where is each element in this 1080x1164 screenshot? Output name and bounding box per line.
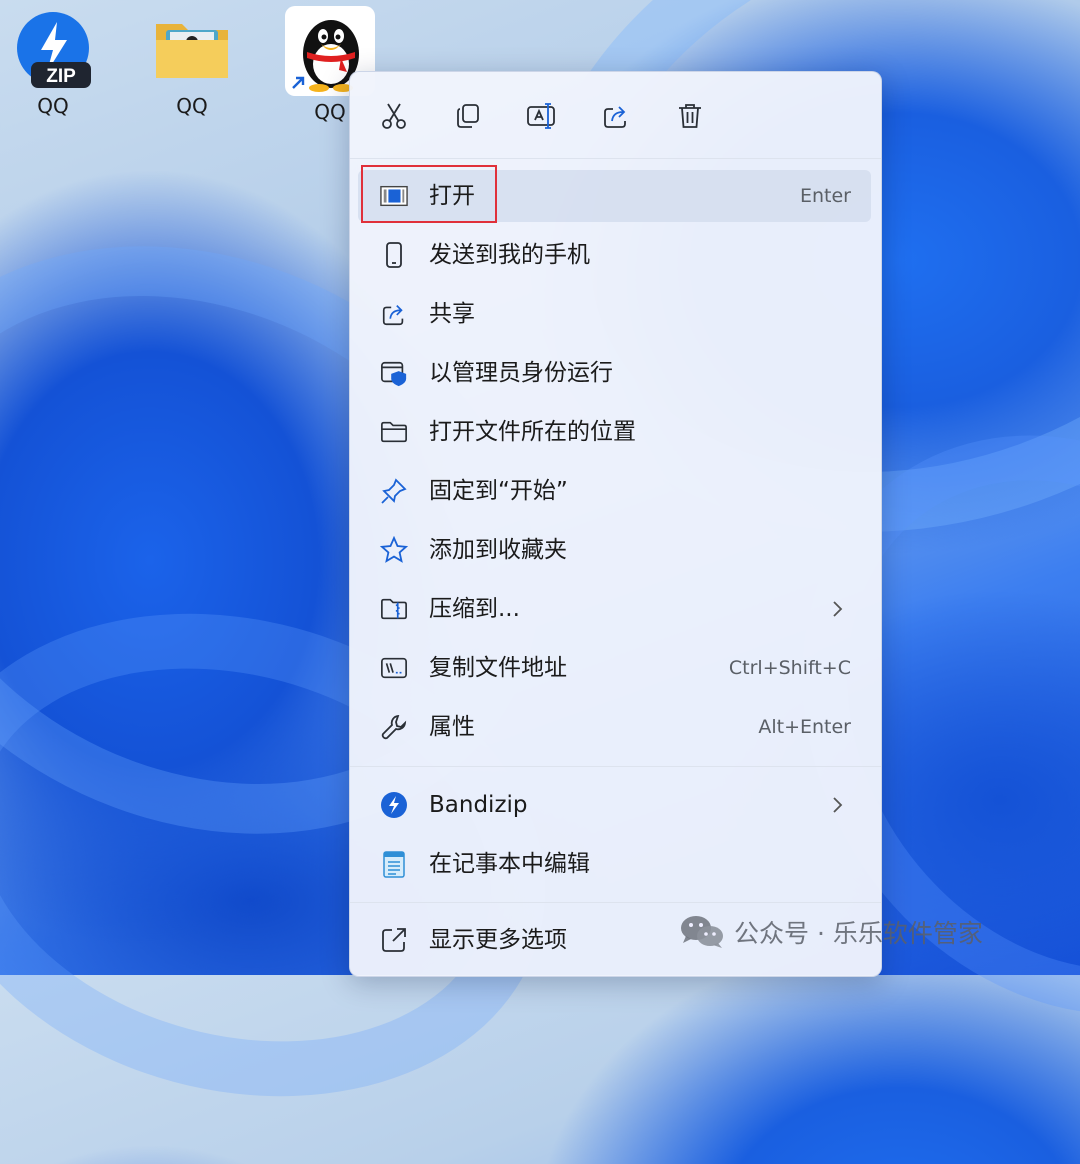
phone-icon bbox=[380, 241, 408, 269]
watermark: 公众号 · 乐乐软件管家 bbox=[680, 912, 983, 952]
menu-item-label: 在记事本中编辑 bbox=[429, 851, 590, 877]
menu-separator bbox=[350, 766, 881, 767]
menu-item-compress-to[interactable]: 压缩到... bbox=[358, 583, 871, 635]
menu-item-label: 打开文件所在的位置 bbox=[429, 419, 636, 445]
desktop-icon-label: QQ bbox=[176, 94, 208, 118]
menu-item-label: Bandizip bbox=[429, 792, 528, 818]
menu-item-pin-to-start[interactable]: 固定到“开始” bbox=[358, 465, 871, 517]
shield-window-icon bbox=[380, 359, 408, 387]
desktop-icon-zip[interactable]: ZIP QQ bbox=[3, 10, 103, 118]
svg-text:ZIP: ZIP bbox=[46, 66, 76, 87]
watermark-text: 公众号 · 乐乐软件管家 bbox=[734, 919, 983, 948]
menu-separator bbox=[350, 158, 881, 159]
menu-item-edit-in-notepad[interactable]: 在记事本中编辑 bbox=[358, 838, 871, 890]
rename-icon bbox=[527, 103, 555, 129]
menu-item-label: 复制文件地址 bbox=[429, 655, 567, 681]
menu-item-send-to-phone[interactable]: 发送到我的手机 bbox=[358, 229, 871, 281]
rename-button[interactable] bbox=[524, 98, 560, 134]
context-menu-toolbar bbox=[350, 72, 881, 158]
share-icon bbox=[604, 106, 626, 128]
notepad-icon bbox=[380, 850, 408, 878]
copy-path-icon bbox=[380, 654, 408, 682]
cut-button[interactable] bbox=[376, 98, 412, 134]
star-icon bbox=[380, 536, 408, 564]
menu-item-label: 显示更多选项 bbox=[429, 927, 567, 953]
more-options-icon bbox=[380, 926, 408, 954]
context-menu: 打开 Enter 发送到我的手机 共享 以管理员身份运行 打开文件所在的位置 固… bbox=[349, 71, 882, 977]
folder-outline-icon bbox=[380, 418, 408, 446]
menu-item-add-to-favorites[interactable]: 添加到收藏夹 bbox=[358, 524, 871, 576]
chevron-right-icon bbox=[833, 601, 843, 617]
zip-folder-icon bbox=[380, 595, 408, 623]
menu-item-label: 添加到收藏夹 bbox=[429, 537, 567, 563]
desktop-icon-folder[interactable]: QQ bbox=[142, 10, 242, 118]
delete-button[interactable] bbox=[672, 98, 708, 134]
bandizip-icon bbox=[380, 791, 408, 819]
menu-item-shortcut: Alt+Enter bbox=[758, 716, 851, 738]
menu-item-open[interactable]: 打开 Enter bbox=[358, 170, 871, 222]
copy-button[interactable] bbox=[450, 98, 486, 134]
menu-item-shortcut: Ctrl+Shift+C bbox=[728, 657, 851, 679]
menu-item-label: 共享 bbox=[429, 301, 475, 327]
menu-item-label: 打开 bbox=[429, 183, 475, 209]
menu-item-label: 属性 bbox=[429, 714, 475, 740]
menu-item-bandizip[interactable]: Bandizip bbox=[358, 779, 871, 831]
menu-separator bbox=[350, 902, 881, 903]
menu-item-share[interactable]: 共享 bbox=[358, 288, 871, 340]
wechat-icon bbox=[681, 916, 723, 948]
menu-item-copy-file-path[interactable]: 复制文件地址 Ctrl+Shift+C bbox=[358, 642, 871, 694]
bandizip-zip-icon: ZIP bbox=[13, 10, 93, 90]
folder-icon bbox=[152, 10, 232, 90]
scissors-icon bbox=[382, 103, 406, 129]
copy-icon bbox=[457, 104, 479, 128]
desktop-icon-label: QQ bbox=[37, 94, 69, 118]
menu-item-label: 压缩到... bbox=[429, 596, 520, 622]
pin-icon bbox=[380, 477, 408, 505]
share-icon bbox=[380, 300, 408, 328]
menu-item-open-file-location[interactable]: 打开文件所在的位置 bbox=[358, 406, 871, 458]
trash-icon bbox=[679, 104, 701, 128]
menu-item-label: 以管理员身份运行 bbox=[429, 360, 613, 386]
wrench-icon bbox=[380, 713, 408, 741]
open-window-icon bbox=[380, 182, 408, 210]
share-button[interactable] bbox=[598, 98, 634, 134]
menu-item-label: 固定到“开始” bbox=[429, 478, 568, 504]
menu-item-run-as-admin[interactable]: 以管理员身份运行 bbox=[358, 347, 871, 399]
menu-item-shortcut: Enter bbox=[800, 185, 851, 207]
chevron-right-icon bbox=[833, 797, 843, 813]
menu-item-label: 发送到我的手机 bbox=[429, 242, 590, 268]
menu-item-properties[interactable]: 属性 Alt+Enter bbox=[358, 701, 871, 753]
